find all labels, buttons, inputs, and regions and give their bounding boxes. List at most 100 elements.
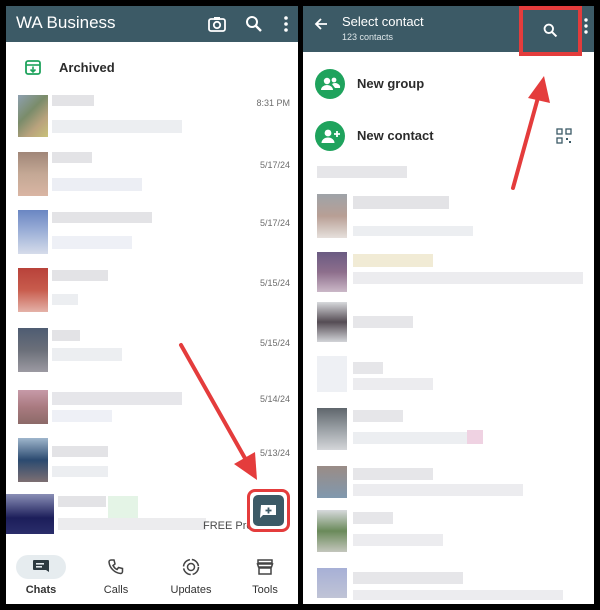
chat-name-pixelated bbox=[52, 446, 108, 457]
contact-avatar bbox=[317, 302, 347, 342]
chat-time: 5/17/24 bbox=[259, 218, 290, 228]
chat-avatar bbox=[18, 210, 48, 254]
search-button[interactable] bbox=[519, 6, 582, 56]
chat-avatar bbox=[6, 494, 54, 534]
contact-status-pixelated bbox=[467, 430, 483, 444]
contact-avatar bbox=[317, 408, 347, 450]
chat-avatar bbox=[18, 328, 48, 372]
select-contact-screen: Select contact 123 contacts New group Ne… bbox=[303, 6, 594, 604]
app-header: WA Business bbox=[6, 6, 298, 42]
new-contact-label: New contact bbox=[357, 128, 434, 143]
nav-tools-label: Tools bbox=[252, 584, 278, 596]
contact-avatar bbox=[317, 356, 347, 392]
new-chat-icon bbox=[253, 495, 284, 526]
more-options-icon[interactable] bbox=[582, 16, 590, 36]
contact-name-pixelated bbox=[353, 254, 433, 267]
chat-avatar bbox=[18, 438, 48, 482]
camera-icon[interactable] bbox=[207, 14, 227, 34]
chat-preview-pixelated bbox=[52, 178, 142, 191]
contact-avatar bbox=[317, 466, 347, 498]
nav-chats-label: Chats bbox=[25, 584, 57, 596]
qr-code-icon[interactable] bbox=[556, 128, 572, 144]
nav-tools[interactable]: Tools bbox=[230, 552, 298, 604]
nav-chats[interactable]: Chats bbox=[6, 552, 76, 604]
chat-row[interactable]: 8:31 PM bbox=[6, 90, 298, 146]
contact-name-pixelated bbox=[353, 316, 413, 328]
chat-row[interactable]: 5/15/24 bbox=[6, 268, 298, 324]
new-group-label: New group bbox=[357, 76, 425, 91]
chat-preview-pixelated bbox=[52, 236, 132, 249]
archive-icon bbox=[25, 60, 41, 75]
chat-time: 5/14/24 bbox=[259, 394, 290, 404]
chat-preview-pixelated bbox=[58, 518, 206, 530]
contact-status-pixelated bbox=[353, 484, 523, 496]
contact-status-pixelated bbox=[353, 272, 583, 284]
nav-calls-label: Calls bbox=[103, 584, 129, 596]
chat-time: 5/13/24 bbox=[259, 448, 290, 458]
nav-calls[interactable]: Calls bbox=[81, 552, 151, 604]
chat-row[interactable]: 5/13/24 bbox=[6, 438, 298, 494]
chat-name-pixelated bbox=[52, 270, 108, 281]
more-options-icon[interactable] bbox=[276, 14, 296, 34]
chat-avatar bbox=[18, 390, 48, 424]
chats-screen: WA Business Archived 8:31 PM 5/17/24 5/1… bbox=[6, 6, 298, 604]
contact-avatar bbox=[317, 252, 347, 292]
chat-row[interactable]: 5/14/24 bbox=[6, 388, 298, 444]
contact-name-pixelated bbox=[353, 196, 449, 209]
chat-row[interactable]: 5/17/24 bbox=[6, 208, 298, 264]
new-group-row[interactable]: New group bbox=[303, 60, 594, 110]
contact-name-pixelated bbox=[317, 166, 407, 178]
contact-name-pixelated bbox=[353, 512, 393, 524]
contact-status-pixelated bbox=[353, 432, 483, 444]
search-icon bbox=[543, 23, 558, 38]
chat-preview-text: FREE Pro bbox=[203, 520, 253, 532]
contact-name-pixelated bbox=[353, 468, 433, 480]
chat-preview-pixelated bbox=[52, 294, 78, 305]
chat-name-pixelated bbox=[58, 496, 106, 507]
chat-name-pixelated bbox=[52, 392, 182, 405]
chat-avatar bbox=[18, 152, 48, 196]
archived-row[interactable]: Archived bbox=[6, 50, 298, 86]
chat-name-pixelated bbox=[52, 152, 92, 163]
chat-preview-pixelated bbox=[52, 120, 182, 133]
chat-time: 8:31 PM bbox=[256, 98, 290, 108]
storefront-icon bbox=[256, 559, 274, 575]
new-chat-button[interactable] bbox=[247, 489, 290, 532]
chat-row[interactable]: 5/15/24 bbox=[6, 328, 298, 384]
page-title: Select contact bbox=[342, 14, 424, 29]
contact-status-pixelated bbox=[353, 534, 443, 546]
contact-status-pixelated bbox=[353, 590, 563, 600]
select-contact-header: Select contact 123 contacts bbox=[303, 6, 594, 56]
contact-name-pixelated bbox=[353, 410, 403, 422]
contact-avatar bbox=[317, 510, 347, 552]
contact-status-pixelated bbox=[353, 378, 433, 390]
new-group-icon bbox=[315, 69, 345, 99]
phone-icon bbox=[108, 559, 124, 575]
chat-preview-pixelated bbox=[52, 410, 112, 422]
chat-row[interactable]: 5/17/24 bbox=[6, 150, 298, 206]
app-title: WA Business bbox=[16, 13, 116, 32]
chat-avatar bbox=[18, 268, 48, 312]
chat-time: 5/15/24 bbox=[259, 338, 290, 348]
archived-label: Archived bbox=[59, 60, 115, 75]
search-icon[interactable] bbox=[244, 14, 264, 34]
bottom-navigation: Chats Calls Updates Tools bbox=[6, 552, 298, 604]
nav-updates[interactable]: Updates bbox=[156, 552, 226, 604]
chat-time: 5/15/24 bbox=[259, 278, 290, 288]
contact-avatar bbox=[317, 194, 347, 238]
contact-name-pixelated bbox=[353, 572, 463, 584]
chat-preview-pixelated bbox=[52, 348, 122, 361]
chat-name-pixelated bbox=[52, 95, 94, 106]
chat-name-pixelated bbox=[52, 330, 80, 341]
back-arrow-icon[interactable] bbox=[313, 16, 329, 32]
chats-icon bbox=[33, 560, 49, 572]
chat-name-pixelated bbox=[52, 212, 152, 223]
nav-updates-label: Updates bbox=[170, 584, 212, 596]
updates-icon bbox=[182, 558, 200, 576]
contact-status-pixelated bbox=[353, 226, 473, 236]
new-contact-row[interactable]: New contact bbox=[303, 112, 594, 162]
chat-time: 5/17/24 bbox=[259, 160, 290, 170]
chat-preview-pixelated bbox=[52, 466, 108, 477]
contact-count: 123 contacts bbox=[342, 32, 394, 42]
contact-avatar bbox=[317, 568, 347, 598]
